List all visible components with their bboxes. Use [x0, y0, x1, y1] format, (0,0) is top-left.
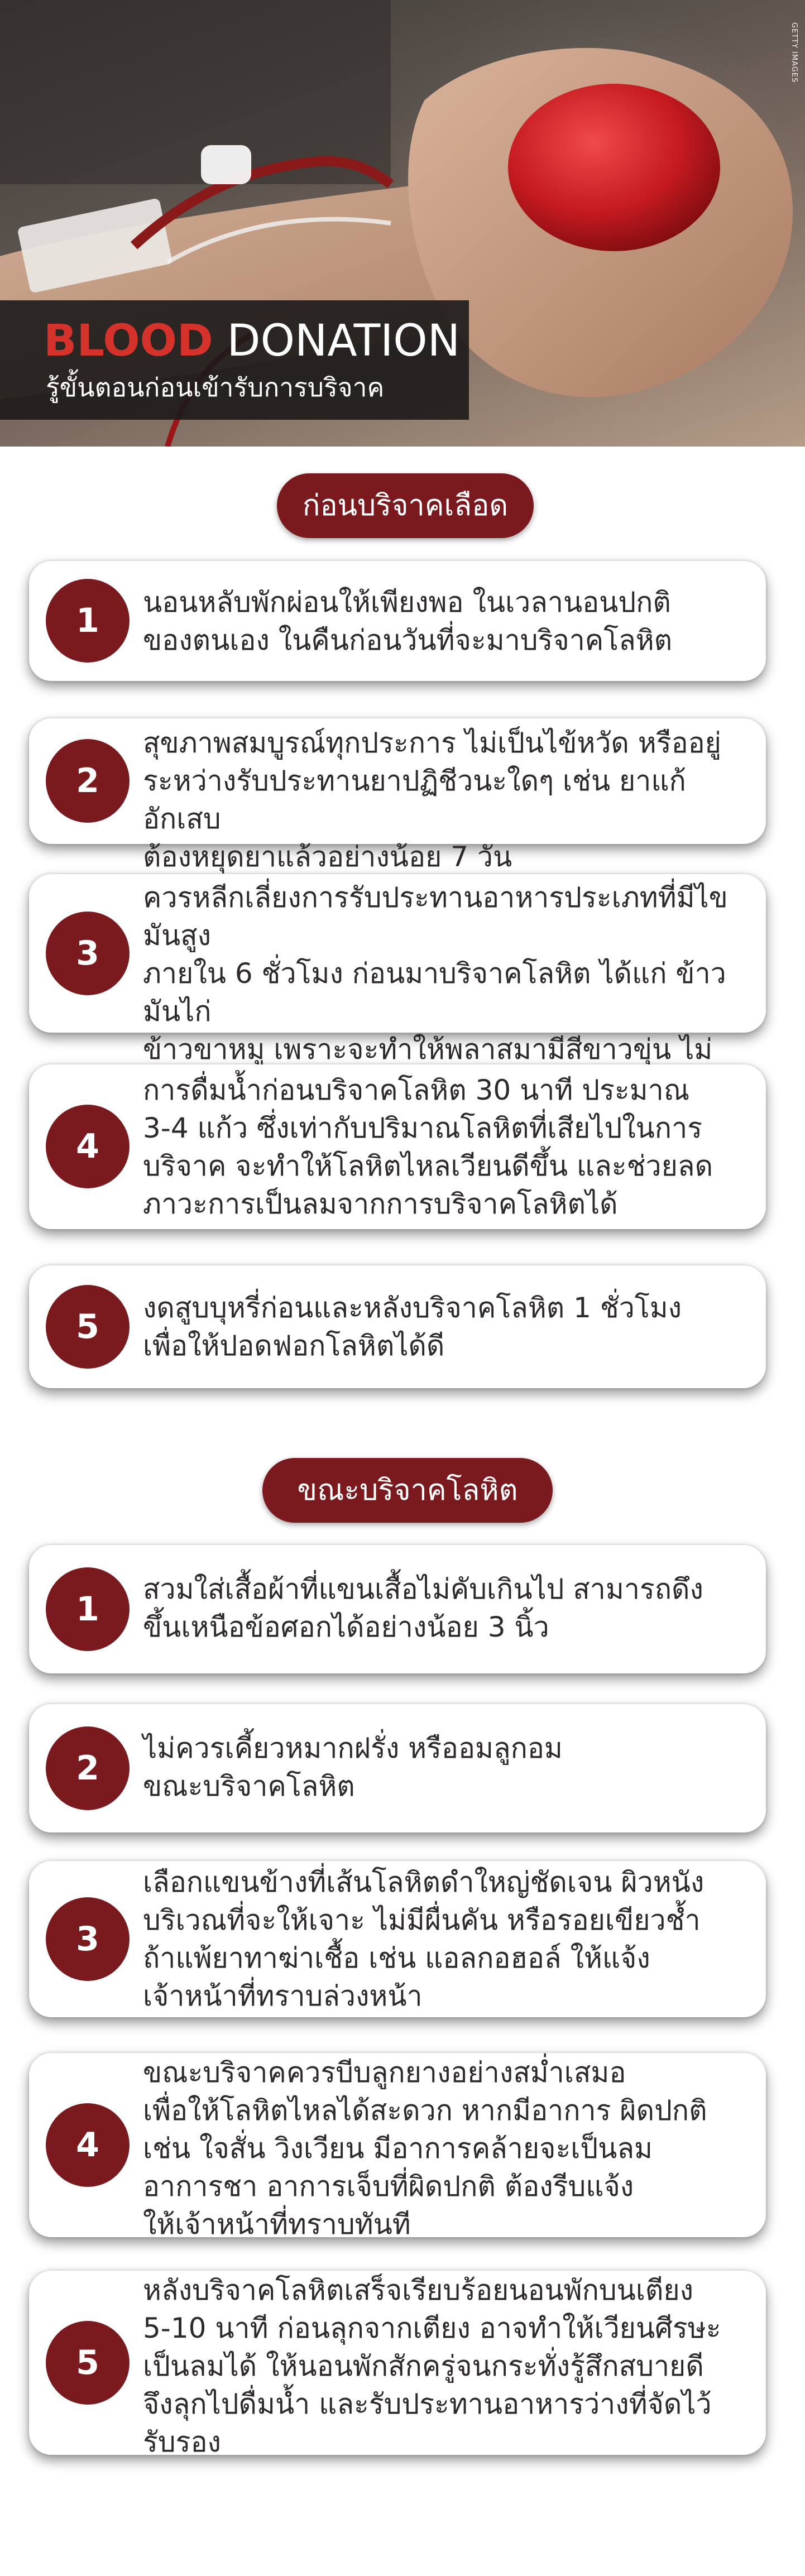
step-card: 3 ควรหลีกเลี่ยงการรับประทานอาหารประเภทที…	[29, 874, 766, 1141]
step-card: 1 สวมใส่เสื้อผ้าที่แขนเสื้อไม่คับเกินไป …	[29, 1545, 766, 1673]
step-number-badge: 2	[46, 1726, 130, 1810]
step-card: 4 การดื่มน้ำก่อนบริจาคโลหิต 30 นาที ประม…	[29, 1064, 766, 1229]
step-text: สวมใส่เสื้อผ้าที่แขนเสื้อไม่คับเกินไป สา…	[143, 1573, 703, 1643]
step-number-badge: 3	[46, 912, 130, 995]
step-text: นอนหลับพักผ่อนให้เพียงพอ ในเวลานอนปกติ ข…	[143, 586, 673, 656]
step-text: ไม่ควรเคี้ยวหมากฝรั่ง หรืออมลูกอม ขณะบริ…	[143, 1732, 563, 1802]
step-text: หลังบริจาคโลหิตเสร็จเรียบร้อยนอนพักบนเตี…	[143, 2274, 721, 2458]
step-number-badge: 5	[46, 1285, 130, 1369]
step-card: 2 สุขภาพสมบูรณ์ทุกประการ ไม่เป็นไข้หวัด …	[29, 718, 766, 873]
step-card: 1 นอนหลับพักผ่อนให้เพียงพอ ในเวลานอนปกติ…	[29, 561, 766, 681]
title-box: BLOOD DONATION รู้ขั้นตอนก่อนเข้ารับการบ…	[0, 300, 469, 420]
step-text: การดื่มน้ำก่อนบริจาคโลหิต 30 นาที ประมาณ…	[143, 1074, 713, 1220]
step-card: 4 ขณะบริจาคควรบีบลูกยางอย่างสม่ำเสมอ เพื…	[29, 2053, 766, 2241]
step-card: 2 ไม่ควรเคี้ยวหมากฝรั่ง หรืออมลูกอม ขณะบ…	[29, 1704, 766, 1833]
step-number-badge: 4	[46, 2103, 130, 2187]
step-text: งดสูบบุหรี่ก่อนและหลังบริจาคโลหิต 1 ชั่ว…	[143, 1292, 682, 1362]
step-card: 5 งดสูบบุหรี่ก่อนและหลังบริจาคโลหิต 1 ชั…	[29, 1265, 766, 1388]
step-number-badge: 5	[46, 2321, 130, 2405]
step-card: 3 เลือกแขนข้างที่เส้นโลหิตดำใหญ่ชัดเจน ผ…	[29, 1861, 766, 2017]
hero-banner: GETTY IMAGES BLOOD DONATION รู้ขั้นตอนก่…	[0, 0, 805, 447]
title-donation: DONATION	[213, 316, 461, 366]
step-text: ขณะบริจาคควรบีบลูกยางอย่างสม่ำเสมอ เพื่อ…	[143, 2056, 707, 2241]
section-heading-during-donation: ขณะบริจาคโลหิต	[262, 1458, 553, 1523]
step-text: เลือกแขนข้างที่เส้นโลหิตดำใหญ่ชัดเจน ผิว…	[143, 1866, 705, 2012]
page-subtitle: รู้ขั้นตอนก่อนเข้ารับการบริจาค	[46, 372, 385, 402]
step-card: 5 หลังบริจาคโลหิตเสร็จเรียบร้อยนอนพักบนเ…	[29, 2271, 766, 2458]
step-number-badge: 3	[46, 1897, 130, 1981]
photo-credit: GETTY IMAGES	[790, 22, 798, 83]
step-number-badge: 4	[46, 1105, 130, 1188]
step-number-badge: 2	[46, 739, 130, 823]
step-number-badge: 1	[46, 1567, 130, 1651]
step-text: สุขภาพสมบูรณ์ทุกประการ ไม่เป็นไข้หวัด หร…	[143, 727, 721, 873]
section-heading-before-donation: ก่อนบริจาคเลือด	[277, 473, 534, 538]
step-number-badge: 1	[46, 579, 130, 663]
page-title: BLOOD DONATION	[44, 316, 460, 366]
title-blood: BLOOD	[44, 316, 213, 366]
